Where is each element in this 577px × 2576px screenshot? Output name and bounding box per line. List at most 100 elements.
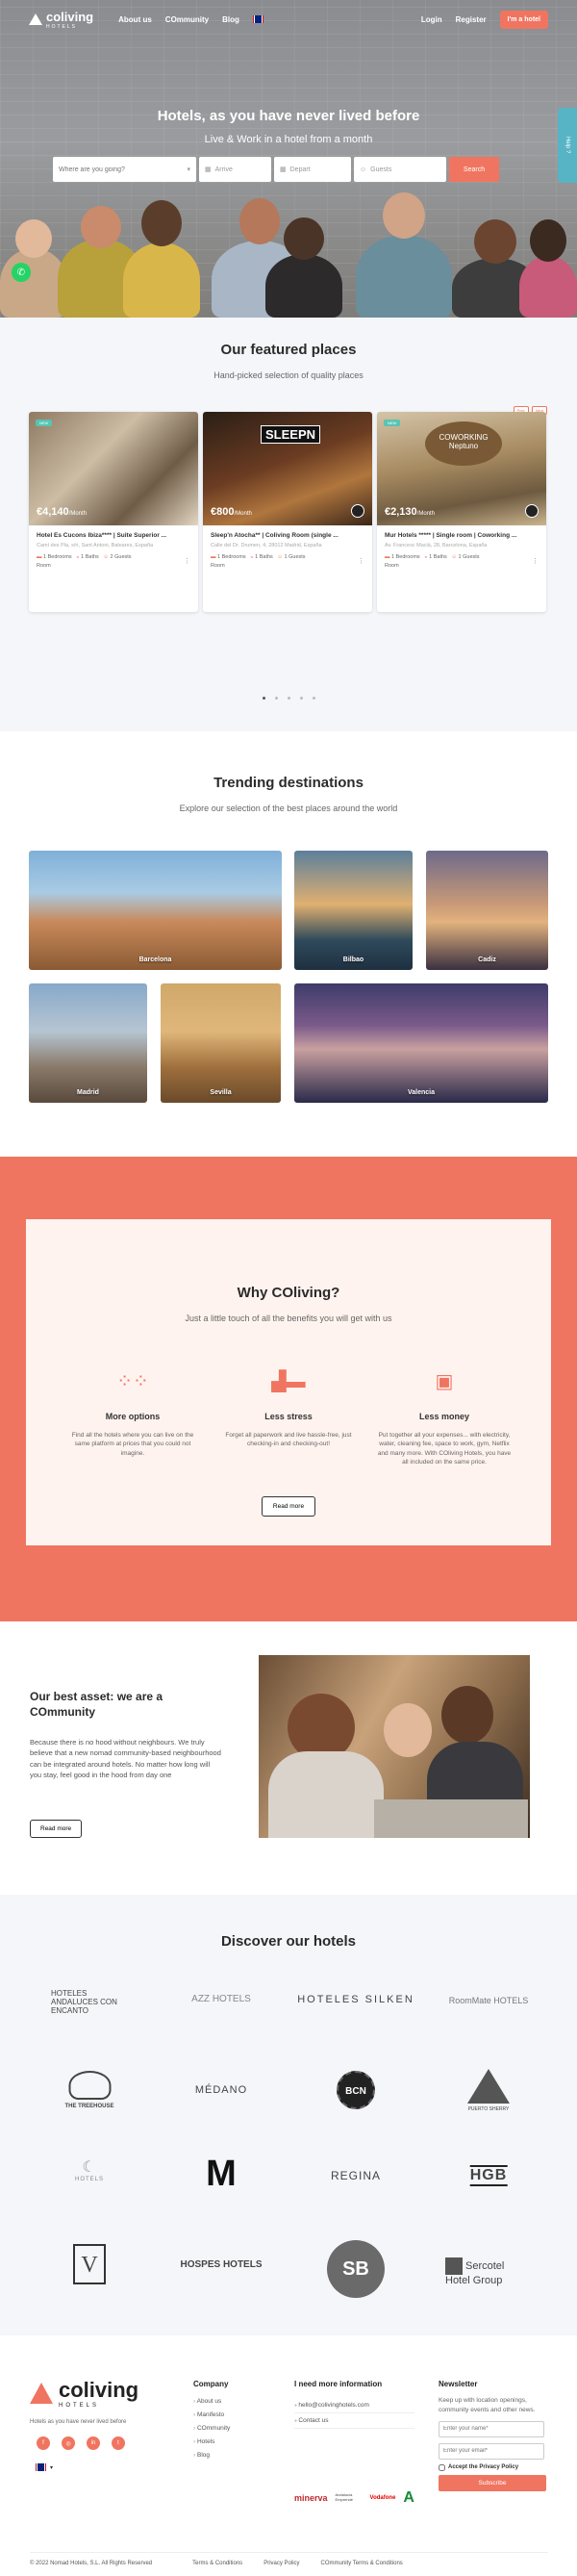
hotel-logo[interactable]: BCN xyxy=(337,2071,375,2109)
nav-community[interactable]: COmmunity xyxy=(165,15,209,24)
newsletter-name-input[interactable] xyxy=(439,2420,544,2437)
footer-link-community[interactable]: COmmunity xyxy=(193,2425,230,2432)
whatsapp-icon[interactable]: ✆ xyxy=(12,263,31,282)
copyright: © 2022 Nomad Hotels, S.L. All Rights Res… xyxy=(30,2561,153,2566)
footer-link-blog[interactable]: Blog xyxy=(193,2452,230,2459)
card-title[interactable]: Mur Hotels ***** | Single room | Coworki… xyxy=(385,532,539,539)
hotel-logo[interactable]: RoomMate HOTELS xyxy=(449,1996,529,2005)
hero-title: Hotels, as you have never lived before xyxy=(157,108,420,124)
featured-title: Our featured places xyxy=(220,342,357,358)
hotel-logo[interactable]: ☾ HOTELS xyxy=(75,2157,104,2182)
share-icon[interactable]: ⋮ xyxy=(184,556,190,567)
destination-cadiz[interactable]: Cadiz xyxy=(426,851,548,970)
user-icon: ☺ xyxy=(451,554,458,560)
footer-email-link[interactable]: hello@colivinghotels.com xyxy=(294,2398,414,2413)
user-icon: ☺ xyxy=(360,166,367,173)
footer-link-hotels[interactable]: Hotels xyxy=(193,2438,230,2445)
benefit-less-money: ▣ Less money Put together all your expen… xyxy=(377,1371,512,1467)
community-text: Because there is no hood without neighbo… xyxy=(30,1738,221,1779)
search-button[interactable]: Search xyxy=(449,157,499,182)
hotel-logos: HOTELES ANDALUCES CON ENCANTO AZZ HOTELS… xyxy=(0,1977,577,2323)
hotel-logo[interactable]: REGINA xyxy=(331,2169,381,2182)
hotel-logo[interactable]: V xyxy=(73,2244,106,2284)
facebook-icon[interactable]: f xyxy=(37,2436,50,2450)
carousel-dot[interactable] xyxy=(274,697,278,700)
place-card[interactable]: SLEEPN €800/Month Sleep'n Atocha** | Col… xyxy=(203,412,372,612)
instagram-icon[interactable]: ◎ xyxy=(62,2436,75,2450)
language-selector[interactable]: ▾ xyxy=(36,2463,53,2471)
community-terms-link[interactable]: COmmunity Terms & Conditions xyxy=(321,2561,403,2566)
user-icon: ☺ xyxy=(277,554,284,560)
hotel-logo[interactable]: HOTELES ANDALUCES CON ENCANTO xyxy=(51,1989,128,2015)
hotel-logo[interactable]: AZZ HOTELS xyxy=(191,1994,251,2004)
destination-input[interactable] xyxy=(59,166,184,173)
sponsor-logo: Vodafone xyxy=(369,2495,396,2501)
sponsor-logo: Andalucía Emprende xyxy=(335,2492,353,2502)
destination-sevilla[interactable]: Sevilla xyxy=(161,983,281,1103)
carousel-dot[interactable] xyxy=(287,697,290,700)
bath-icon: ◒ xyxy=(250,554,254,560)
terms-link[interactable]: Terms & Conditions xyxy=(192,2561,242,2566)
hotel-logo[interactable]: Sercotel Hotel Group xyxy=(445,2257,532,2286)
destination-valencia[interactable]: Valencia xyxy=(294,983,548,1103)
subscribe-button[interactable]: Subscribe xyxy=(439,2474,546,2491)
community-read-more-button[interactable]: Read more xyxy=(30,1820,83,1838)
uk-flag-icon[interactable] xyxy=(252,15,263,23)
card-title[interactable]: Hotel Es Cucons Ibiza**** | Suite Superi… xyxy=(37,532,190,539)
brand-logo[interactable]: coliving HOTELS xyxy=(29,10,93,30)
twitter-icon[interactable]: t xyxy=(112,2436,125,2450)
hotel-logo[interactable]: SB xyxy=(327,2240,385,2298)
footer-link-manifesto[interactable]: Manifesto xyxy=(193,2411,230,2418)
hotel-logo[interactable]: HGB xyxy=(469,2165,508,2186)
hotel-logo[interactable]: PUERTO SHERRY xyxy=(467,2069,510,2112)
featured-subtitle: Hand-picked selection of quality places xyxy=(213,370,364,380)
why-read-more-button[interactable]: Read more xyxy=(261,1495,316,1517)
hotel-logo[interactable]: HOTELES SILKEN xyxy=(297,1994,414,2005)
nav-blog[interactable]: Blog xyxy=(222,15,239,24)
benefit-more-options: ⁘⁘ More options Find all the hotels wher… xyxy=(65,1369,200,1467)
trending-title: Trending destinations xyxy=(213,775,364,791)
carousel-dot[interactable] xyxy=(312,697,315,700)
register-link[interactable]: Register xyxy=(456,15,487,24)
hotel-logo[interactable]: HOSPES HOTELS xyxy=(180,2259,262,2270)
sponsor-logos: minerva Andalucía Emprende Vodafone A xyxy=(294,2489,414,2507)
why-coliving-section: Why COliving? Just a little touch of all… xyxy=(0,1157,577,1621)
destination-barcelona[interactable]: Barcelona xyxy=(29,851,282,970)
footer-link-about[interactable]: About us xyxy=(193,2398,230,2405)
destination-field[interactable]: ▾ xyxy=(53,157,196,182)
footer-contact-link[interactable]: Contact us xyxy=(294,2413,414,2429)
carousel-dot[interactable] xyxy=(299,697,303,700)
bath-icon: ◒ xyxy=(424,554,428,560)
guests-field[interactable]: ☺ Guests xyxy=(354,157,446,182)
share-icon[interactable]: ⋮ xyxy=(532,556,539,567)
hotel-logo[interactable]: MÉDANO xyxy=(195,2084,247,2096)
share-icon[interactable]: ⋮ xyxy=(358,556,364,567)
help-tab[interactable]: Help ? xyxy=(558,108,577,183)
place-card[interactable]: NEW COWORKING Neptuno €2,130/Month Mur Ho… xyxy=(377,412,546,612)
privacy-link[interactable]: Privacy Policy xyxy=(263,2561,299,2566)
destination-madrid[interactable]: Madrid xyxy=(29,983,147,1103)
nav-about-us[interactable]: About us xyxy=(118,15,152,24)
place-card[interactable]: NEW €4,140/Month Hotel Es Cucons Ibiza**… xyxy=(29,412,198,612)
newsletter-email-input[interactable] xyxy=(439,2442,544,2460)
im-a-hotel-button[interactable]: I'm a hotel xyxy=(499,10,548,29)
card-address: Camí des Pla, s/n, Sant Antoni, Baleares… xyxy=(37,543,154,548)
hotel-logo[interactable]: THE TREEHOUSE xyxy=(64,2071,114,2109)
social-links: f ◎ in t xyxy=(37,2436,125,2450)
card-title[interactable]: Sleep'n Atocha** | Coliving Room (single… xyxy=(211,532,364,539)
hotels-title: Discover our hotels xyxy=(220,1933,357,1950)
login-link[interactable]: Login xyxy=(421,15,442,24)
top-nav: coliving HOTELS About us COmmunity Blog L… xyxy=(0,0,577,38)
footer-logo[interactable]: coliving HOTELS xyxy=(30,2378,138,2409)
discover-hotels-section: Discover our hotels HOTELES ANDALUCES CO… xyxy=(0,1895,577,2335)
destinations-grid: Barcelona Bilbao Cadiz Madrid Sevilla Va… xyxy=(29,851,548,1103)
destination-bilbao[interactable]: Bilbao xyxy=(294,851,413,970)
place-image: NEW €4,140/Month xyxy=(29,412,198,525)
linkedin-icon[interactable]: in xyxy=(87,2436,100,2450)
privacy-checkbox[interactable] xyxy=(439,2463,445,2471)
search-bar: ▾ ▦Arrive ▦Depart ☺Guests Search xyxy=(53,157,520,182)
depart-field[interactable]: ▦ Depart xyxy=(274,157,351,182)
arrive-field[interactable]: ▦ Arrive xyxy=(199,157,271,182)
hotel-logo[interactable]: M xyxy=(206,2154,237,2195)
carousel-dot[interactable] xyxy=(262,697,265,700)
